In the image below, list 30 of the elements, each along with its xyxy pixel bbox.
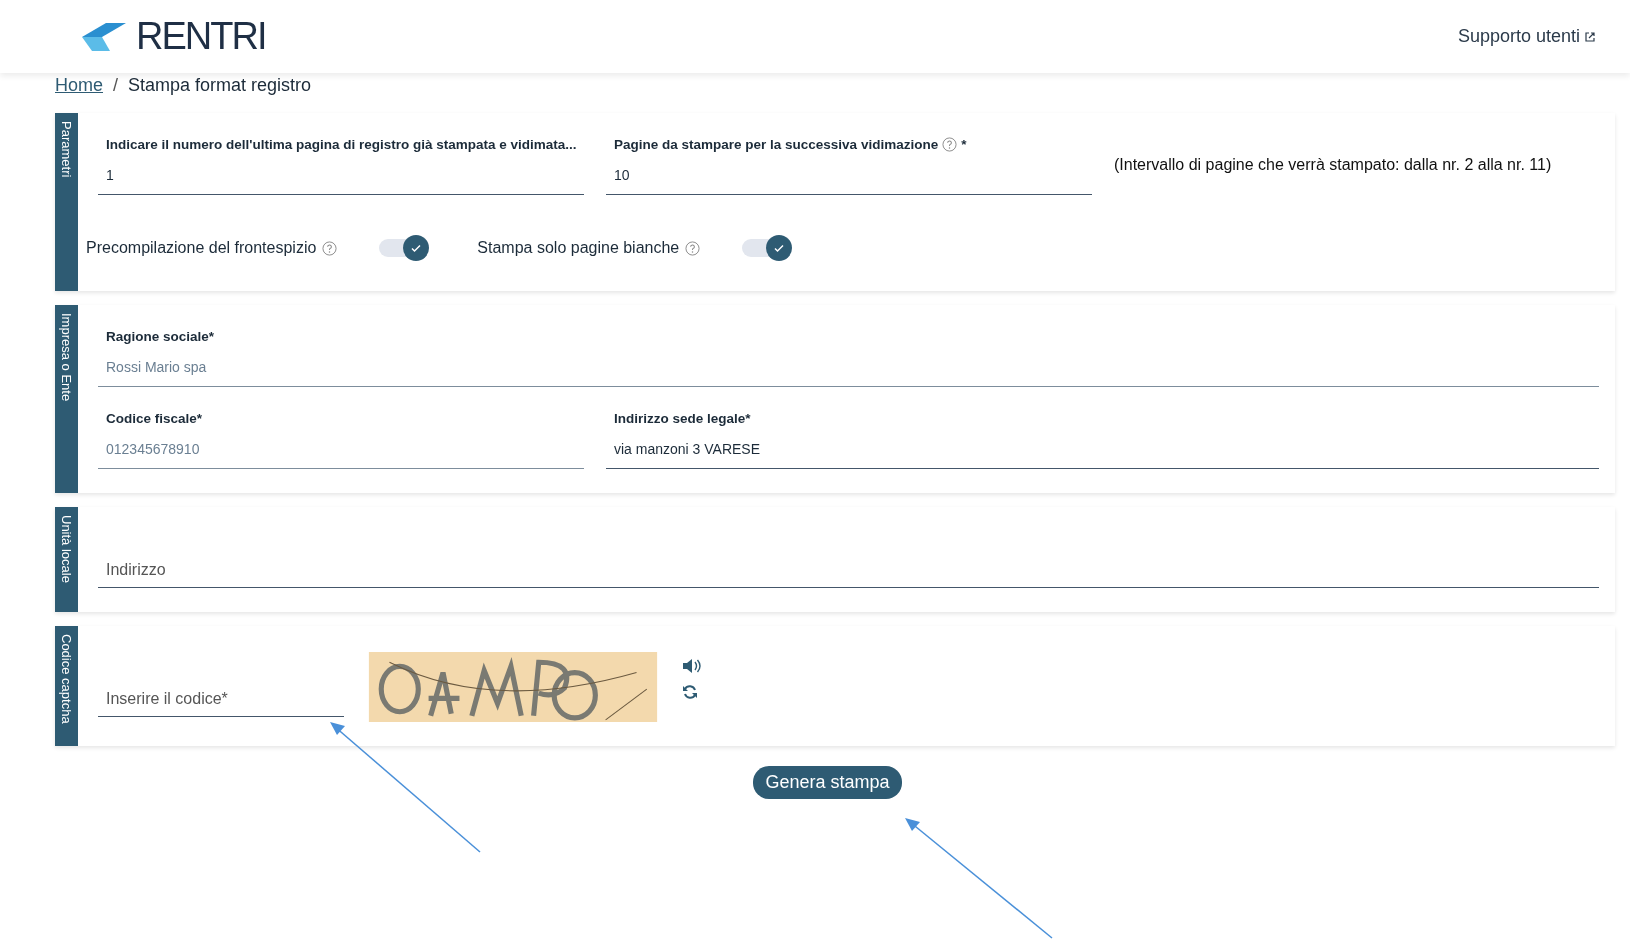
text-field[interactable]: 012345678910 xyxy=(98,435,584,469)
required-mark: * xyxy=(961,136,967,152)
help-icon[interactable] xyxy=(942,136,958,152)
help-icon[interactable] xyxy=(322,240,338,256)
speaker-icon[interactable] xyxy=(682,658,702,674)
help-icon[interactable] xyxy=(685,240,701,256)
field-label: Indicare il numero dell'ultima pagina di registro già stampata e vidimata... xyxy=(106,136,577,152)
captcha-field[interactable]: Inserire il codice* xyxy=(98,667,344,717)
field-label: Pagine da stampare per la successiva vidimazione xyxy=(614,136,939,152)
text-field[interactable]: via manzoni 3 VARESE xyxy=(606,435,1599,469)
interval-note: (Intervallo di pagine che verrà stampato: dalla nr. 2 alla nr. 11) xyxy=(1114,156,1552,174)
breadcrumb-link[interactable]: Home xyxy=(55,75,103,97)
external-link-icon xyxy=(1584,30,1596,43)
generate-print-button[interactable]: Genera stampa xyxy=(753,766,902,799)
logo-text: RENTRI xyxy=(136,15,266,58)
text-field[interactable]: Indirizzo xyxy=(98,539,1599,588)
text-field[interactable]: 1 xyxy=(98,161,584,195)
field-label: Indirizzo sede legale* xyxy=(614,410,751,426)
toggle-label: Precompilazione del frontespizio xyxy=(86,239,317,257)
breadcrumb-separator: / xyxy=(113,75,119,97)
breadcrumb-current: Stampa format registro xyxy=(128,75,312,97)
check-icon xyxy=(773,242,786,254)
field-label: Codice fiscale* xyxy=(106,410,203,426)
field-label: Ragione sociale* xyxy=(106,328,215,344)
refresh-icon[interactable] xyxy=(682,684,698,700)
toggle-label: Stampa solo pagine bianche xyxy=(477,239,680,257)
text-field[interactable]: Rossi Mario spa xyxy=(98,353,1599,387)
check-icon xyxy=(410,242,423,254)
support-link[interactable]: Supporto utenti xyxy=(1457,26,1596,47)
text-field[interactable]: 10 xyxy=(606,161,1092,195)
